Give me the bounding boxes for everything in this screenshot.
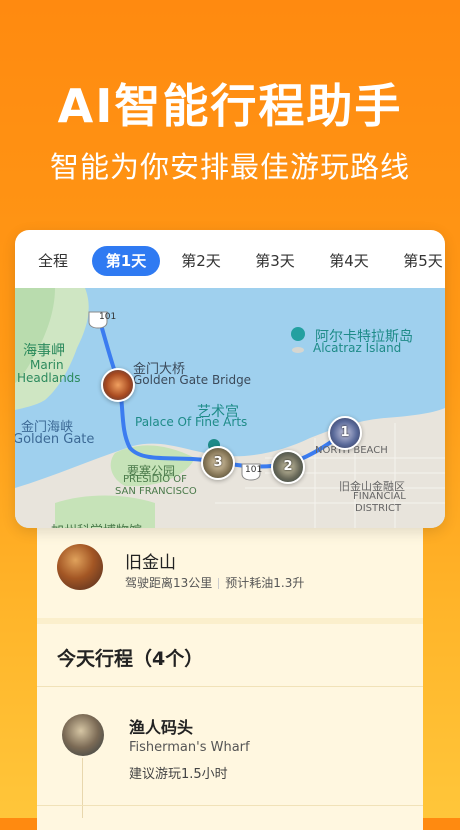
map-label-strait-en: Golden Gate	[15, 432, 95, 447]
map-label-palace-en: Palace Of Fine Arts	[135, 415, 248, 429]
map-label-goldengate-en: Golden Gate Bridge	[133, 373, 252, 387]
tab-day-4[interactable]: 第4天	[316, 246, 382, 276]
map-pin-number: 1	[340, 425, 350, 440]
drive-distance: 驾驶距离13公里	[125, 576, 213, 590]
separator	[37, 805, 423, 806]
hero-title: AI智能行程助手	[57, 79, 403, 133]
map-label-marin-en1: Marin	[30, 358, 64, 372]
map-pin-number: 2	[283, 459, 293, 474]
stop-duration: 建议游玩1.5小时	[129, 767, 228, 782]
route-map[interactable]: 101 101 海事岬 Marin Headlands 金门大桥 Golden …	[15, 288, 445, 528]
route-101-shield-top: 101	[99, 312, 117, 322]
tab-day-5[interactable]: 第5天	[390, 246, 445, 276]
stop-avatar	[62, 714, 104, 756]
map-label-financial-en1: FINANCIAL	[353, 491, 406, 502]
hero-subtitle: 智能为你安排最佳游玩路线	[49, 150, 410, 184]
map-pin-1[interactable]: 1	[328, 416, 362, 450]
itinerary-title: 今天行程（4个）	[57, 648, 204, 670]
stop-name[interactable]: 渔人码头	[129, 714, 193, 738]
map-label-alcatraz-en: Alcatraz Island	[313, 341, 402, 355]
map-label-presidio-en2: SAN FRANCISCO	[115, 486, 197, 497]
map-pin-3[interactable]: 3	[201, 446, 235, 480]
map-label-marin-en2: Headlands	[17, 371, 81, 385]
separator	[37, 686, 423, 687]
map-pin-2[interactable]: 2	[271, 450, 305, 484]
map-label-presidio-en1: PRESIDIO OF	[123, 474, 187, 485]
map-label-marin-cn: 海事岬	[23, 343, 65, 359]
map-pin-number: 3	[213, 455, 223, 470]
tab-day-3[interactable]: 第3天	[242, 246, 308, 276]
tab-all[interactable]: 全程	[29, 246, 77, 276]
section-divider	[37, 618, 423, 624]
timeline-line	[82, 758, 83, 818]
stop-name-en: Fisherman's Wharf	[129, 740, 250, 755]
map-label-financial-en2: DISTRICT	[355, 503, 402, 514]
fuel-estimate: 预计耗油1.3升	[225, 576, 305, 590]
tab-day-2[interactable]: 第2天	[168, 246, 234, 276]
map-card: 全程 第1天 第2天 第3天 第4天 第5天 101 101 海事岬 Marin…	[15, 230, 445, 528]
city-avatar	[57, 544, 103, 590]
day-tabs: 全程 第1天 第2天 第3天 第4天 第5天	[15, 230, 445, 288]
city-summary[interactable]: 旧金山 驾驶距离13公里 预计耗油1.3升	[57, 540, 417, 600]
city-meta: 驾驶距离13公里 预计耗油1.3升	[125, 574, 304, 591]
tab-day-1[interactable]: 第1天	[92, 246, 160, 276]
divider-line	[218, 578, 220, 589]
itinerary-sheet: 旧金山 驾驶距离13公里 预计耗油1.3升 今天行程（4个） 渔人码头 Fishe…	[37, 500, 423, 830]
city-name: 旧金山	[125, 553, 176, 573]
map-label-bottom-cut: 加州科学博物馆	[51, 520, 142, 528]
map-pin-goldengate[interactable]	[101, 368, 135, 402]
route-101-shield-bottom: 101	[245, 465, 263, 475]
